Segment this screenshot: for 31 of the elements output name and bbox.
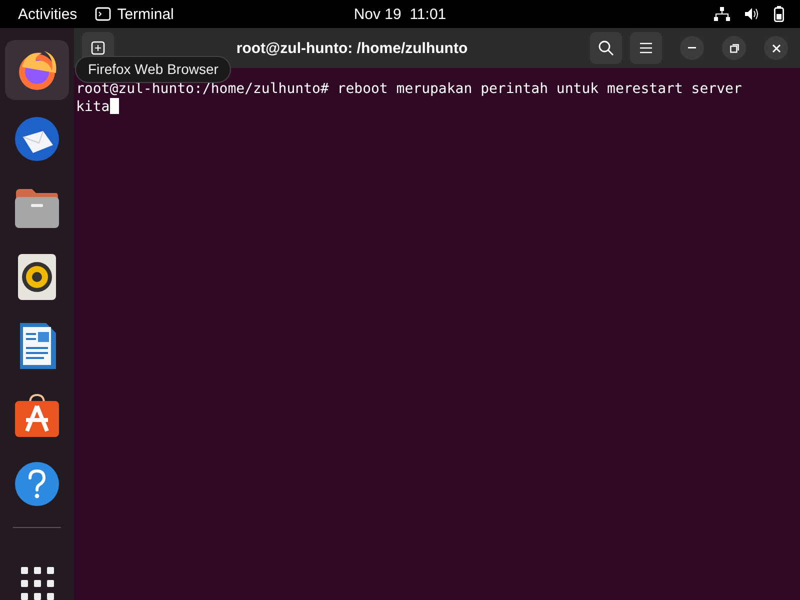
text-cursor — [110, 98, 119, 114]
clock[interactable]: Nov 19 11:01 — [354, 6, 446, 22]
activities-button[interactable]: Activities — [0, 6, 96, 22]
volume-icon[interactable] — [744, 7, 760, 21]
tooltip: Firefox Web Browser — [75, 56, 232, 83]
minimize-icon — [688, 47, 696, 49]
document-icon — [18, 323, 56, 370]
menu-button[interactable] — [630, 32, 662, 64]
search-icon — [598, 40, 614, 56]
search-button[interactable] — [590, 32, 622, 64]
terminal-icon — [95, 7, 112, 21]
app-menu-label[interactable]: Terminal — [117, 6, 174, 22]
shopping-bag-icon — [14, 393, 60, 438]
menu-icon — [639, 42, 653, 54]
close-button[interactable] — [764, 36, 788, 60]
speaker-icon — [18, 254, 56, 300]
dock-item[interactable] — [5, 40, 69, 100]
help-icon — [14, 461, 60, 508]
new-tab-icon — [91, 41, 105, 55]
terminal-line: root@zul-hunto:/home/zulhunto# reboot merupakan perintah untuk merestart server — [76, 81, 742, 98]
battery-icon[interactable] — [774, 6, 784, 22]
minimize-button[interactable] — [680, 36, 704, 60]
apps-grid-icon[interactable] — [20, 567, 54, 600]
maximize-button[interactable] — [722, 36, 746, 60]
network-icon[interactable] — [714, 7, 730, 21]
terminal-line: kita — [76, 98, 119, 116]
close-icon — [772, 44, 780, 52]
restore-icon — [730, 44, 738, 52]
folder-icon — [14, 187, 60, 230]
window-title: root@zul-hunto: /home/zulhunto — [235, 40, 469, 56]
mail-icon — [13, 115, 61, 164]
